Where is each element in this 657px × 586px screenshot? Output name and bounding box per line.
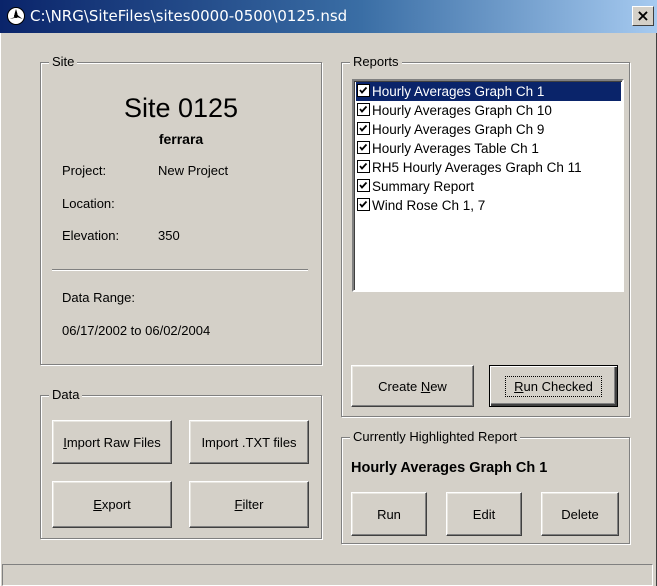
report-list-item[interactable]: Wind Rose Ch 1, 7	[356, 196, 485, 215]
export-button[interactable]: Export	[52, 481, 172, 528]
run-button[interactable]: Run	[351, 492, 427, 536]
export-mnemonic: E	[93, 497, 102, 512]
report-list-item-label: Hourly Averages Graph Ch 1	[372, 84, 545, 99]
edit-label: Edit	[472, 506, 496, 522]
create-new-mnemonic: N	[420, 378, 431, 394]
export-label: xport	[101, 497, 131, 512]
checkmark-icon	[359, 162, 368, 170]
site-divider	[52, 269, 308, 271]
site-group-label: Site	[49, 54, 78, 70]
checkmark-icon	[359, 181, 368, 189]
project-value: New Project	[158, 163, 229, 178]
report-list-item-label: RH5 Hourly Averages Graph Ch 11	[372, 160, 582, 175]
report-list-item-label: Summary Report	[372, 179, 475, 194]
highlighted-report-name: Hourly Averages Graph Ch 1	[351, 460, 548, 476]
app-icon	[7, 7, 25, 25]
checkmark-icon	[359, 105, 368, 113]
report-checkbox[interactable]	[357, 141, 370, 154]
data-group-label: Data	[49, 387, 83, 403]
checkmark-icon	[359, 86, 368, 94]
filter-label: ilter	[242, 497, 264, 512]
filter-mnemonic: F	[234, 497, 243, 512]
run-checked-button[interactable]: Run Checked	[489, 365, 618, 407]
create-new-label: ew	[430, 378, 447, 394]
highlighted-report-group-label: Currently Highlighted Report	[350, 429, 521, 445]
report-checkbox[interactable]	[357, 122, 370, 135]
report-checkbox[interactable]	[357, 179, 370, 192]
import-txt-files-button[interactable]: Import .TXT files	[189, 420, 309, 464]
import-raw-label: mport Raw Files	[66, 434, 161, 450]
run-label: Run	[377, 506, 401, 522]
elevation-value: 350	[158, 228, 180, 243]
run-checked-label: un Checked	[523, 378, 593, 394]
data-range-label: Data Range:	[62, 290, 135, 305]
reports-listbox[interactable]: Hourly Averages Graph Ch 1 Hourly Average…	[352, 79, 624, 292]
project-label: Project:	[62, 163, 107, 178]
site-title: Site 0125	[123, 93, 239, 123]
create-new-prefix: Create	[378, 378, 421, 394]
import-txt-label: Import .TXT files	[201, 434, 297, 450]
report-list-item[interactable]: Hourly Averages Table Ch 1	[356, 139, 539, 158]
checkmark-icon	[359, 200, 368, 208]
import-raw-files-button[interactable]: Import Raw Files	[52, 420, 172, 464]
report-list-item[interactable]: Summary Report	[356, 177, 474, 196]
checkmark-icon	[359, 124, 368, 132]
location-label: Location:	[62, 196, 115, 211]
site-name: ferrara	[158, 131, 204, 147]
report-list-item[interactable]: Hourly Averages Graph Ch 10	[356, 101, 552, 120]
data-range-value: 06/17/2002 to 06/02/2004	[62, 323, 211, 338]
delete-button[interactable]: Delete	[541, 492, 619, 536]
report-checkbox[interactable]	[357, 84, 370, 97]
reports-group-label: Reports	[350, 54, 402, 70]
report-checkbox[interactable]	[357, 160, 370, 173]
report-list-item-label: Hourly Averages Graph Ch 10	[372, 103, 552, 118]
run-checked-mnemonic: R	[514, 378, 524, 394]
report-list-item[interactable]: Hourly Averages Graph Ch 9	[356, 120, 544, 139]
close-button[interactable]: ×	[632, 6, 654, 26]
filter-button[interactable]: Filter	[189, 481, 309, 528]
run-checked-focus: Run Checked	[505, 375, 602, 397]
report-list-item[interactable]: Hourly Averages Graph Ch 1	[356, 82, 621, 101]
report-checkbox[interactable]	[357, 198, 370, 211]
status-bar	[2, 564, 653, 586]
create-new-button[interactable]: Create New	[351, 365, 474, 407]
edit-button[interactable]: Edit	[446, 492, 522, 536]
report-list-item-label: Wind Rose Ch 1, 7	[372, 198, 486, 213]
delete-label: Delete	[561, 506, 599, 522]
elevation-label: Elevation:	[62, 228, 120, 243]
window-title: C:\NRG\SiteFiles\sites0000-0500\0125.nsd	[30, 7, 348, 25]
report-list-item-label: Hourly Averages Graph Ch 9	[372, 122, 545, 137]
report-list-item[interactable]: RH5 Hourly Averages Graph Ch 11	[356, 158, 582, 177]
report-list-item-label: Hourly Averages Table Ch 1	[372, 141, 539, 156]
report-checkbox[interactable]	[357, 103, 370, 116]
checkmark-icon	[359, 143, 368, 151]
title-bar[interactable]: C:\NRG\SiteFiles\sites0000-0500\0125.nsd…	[0, 0, 657, 33]
